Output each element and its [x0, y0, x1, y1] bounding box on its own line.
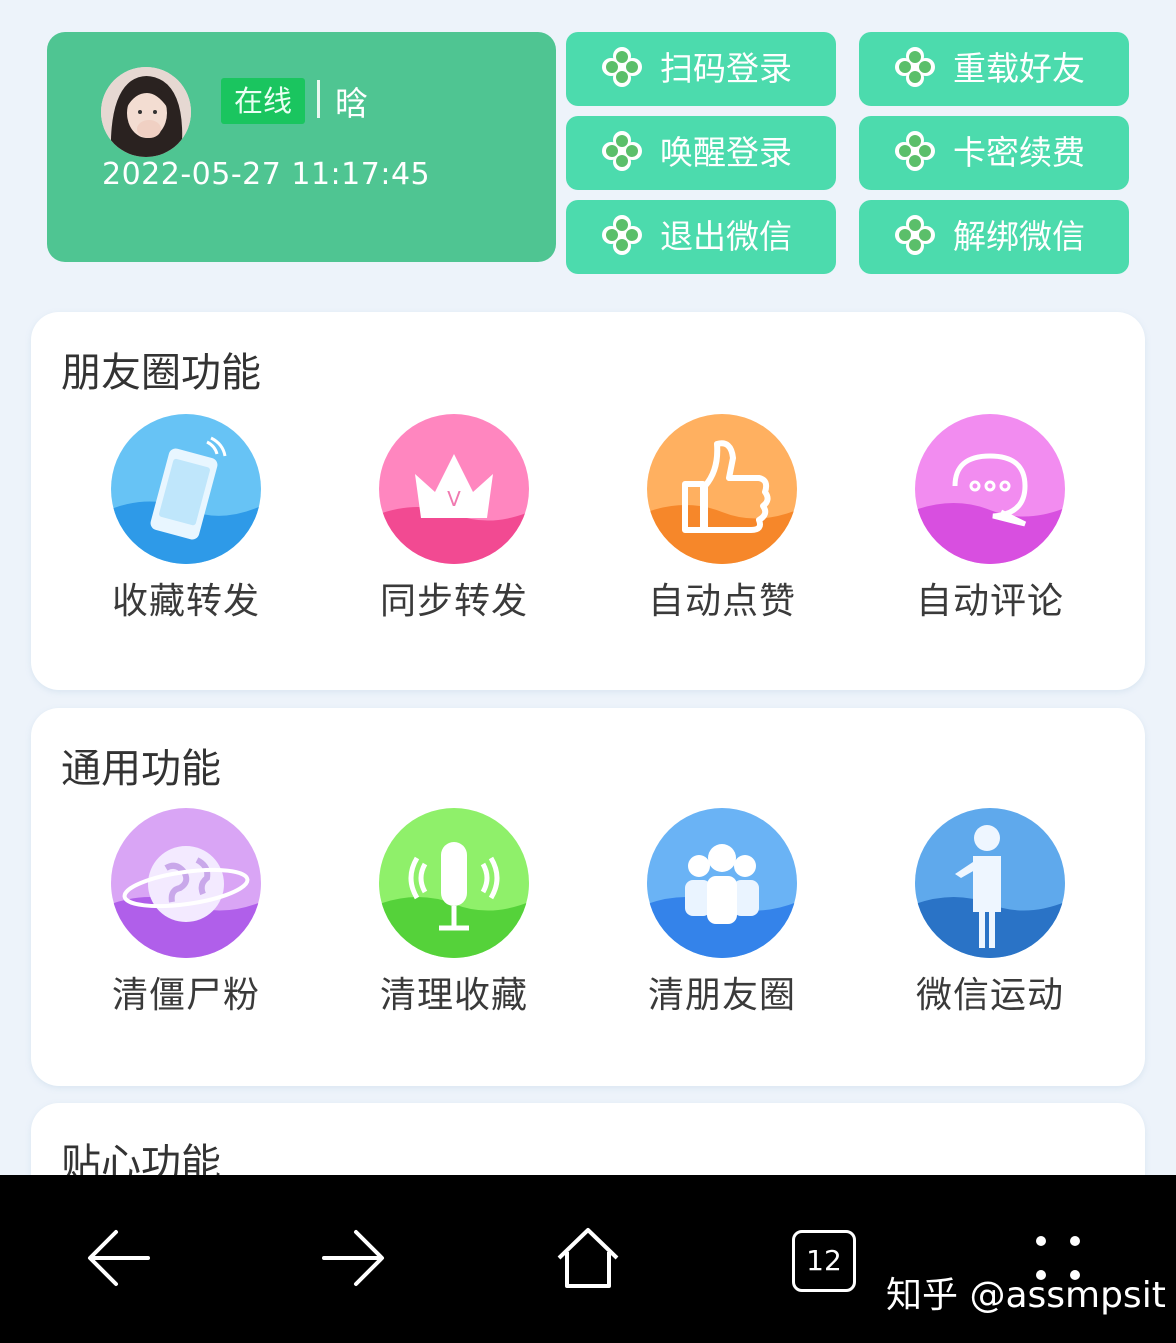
section-title: 朋友圈功能 — [61, 350, 261, 396]
group-icon — [647, 808, 797, 958]
svg-text:V: V — [447, 487, 461, 511]
clover-icon — [895, 47, 935, 87]
general-section: 通用功能 清僵尸粉 清理收藏 清朋友圈 微信运动 — [31, 708, 1145, 1086]
feature-label: 清理收藏 — [379, 975, 528, 1016]
phone-icon — [111, 414, 261, 564]
microphone-icon — [379, 808, 529, 958]
watermark: 知乎 @assmpsit — [886, 1275, 1166, 1316]
person-icon — [915, 808, 1065, 958]
feature-label: 自动点赞 — [647, 581, 796, 622]
button-label: 解绑微信 — [953, 217, 1085, 256]
feature-sync-forward[interactable]: V 同步转发 — [354, 414, 554, 624]
feature-favorite-forward[interactable]: 收藏转发 — [86, 414, 286, 624]
scan-login-button[interactable]: 扫码登录 — [566, 32, 836, 106]
feature-label: 微信运动 — [915, 975, 1064, 1016]
forward-arrow-icon[interactable] — [320, 1228, 386, 1288]
login-time: 2022-05-27 11:17:45 — [102, 157, 431, 192]
button-label: 退出微信 — [660, 217, 792, 256]
feature-clean-favorites[interactable]: 清理收藏 — [354, 808, 554, 1018]
button-label: 扫码登录 — [660, 49, 792, 88]
button-label: 卡密续费 — [953, 133, 1085, 172]
feature-label: 清朋友圈 — [647, 975, 796, 1016]
button-label: 重载好友 — [953, 49, 1085, 88]
profile-card: 在线 晗 2022-05-27 11:17:45 — [47, 32, 556, 262]
wake-login-button[interactable]: 唤醒登录 — [566, 116, 836, 190]
feature-label: 清僵尸粉 — [111, 975, 260, 1016]
status-badge: 在线 — [221, 78, 305, 124]
feature-clear-zombie-fans[interactable]: 清僵尸粉 — [86, 808, 286, 1018]
clover-icon — [602, 47, 642, 87]
feature-auto-comment[interactable]: 自动评论 — [890, 414, 1090, 624]
clover-icon — [602, 131, 642, 171]
feature-clear-moments[interactable]: 清朋友圈 — [622, 808, 822, 1018]
feature-label: 收藏转发 — [111, 581, 260, 622]
clover-icon — [602, 215, 642, 255]
section-title: 通用功能 — [61, 746, 221, 792]
avatar — [101, 67, 191, 157]
logout-wechat-button[interactable]: 退出微信 — [566, 200, 836, 274]
globe-icon — [111, 808, 261, 958]
feature-auto-like[interactable]: 自动点赞 — [622, 414, 822, 624]
unbind-wechat-button[interactable]: 解绑微信 — [859, 200, 1129, 274]
clover-icon — [895, 215, 935, 255]
feature-wechat-sport[interactable]: 微信运动 — [890, 808, 1090, 1018]
home-icon[interactable] — [553, 1226, 623, 1290]
moments-section: 朋友圈功能 收藏转发 V 同步转发 自动点赞 自动评论 — [31, 312, 1145, 690]
tab-count: 12 — [806, 1244, 842, 1277]
card-renew-button[interactable]: 卡密续费 — [859, 116, 1129, 190]
button-label: 唤醒登录 — [660, 133, 792, 172]
back-arrow-icon[interactable] — [86, 1228, 152, 1288]
reload-friends-button[interactable]: 重载好友 — [859, 32, 1129, 106]
feature-label: 同步转发 — [379, 581, 528, 622]
divider — [317, 80, 320, 118]
nickname: 晗 — [335, 84, 368, 123]
chat-bubble-icon — [915, 414, 1065, 564]
clover-icon — [895, 131, 935, 171]
tabs-button[interactable]: 12 — [792, 1230, 856, 1292]
feature-label: 自动评论 — [915, 581, 1064, 622]
crown-icon: V — [379, 414, 529, 564]
thumbs-up-icon — [647, 414, 797, 564]
